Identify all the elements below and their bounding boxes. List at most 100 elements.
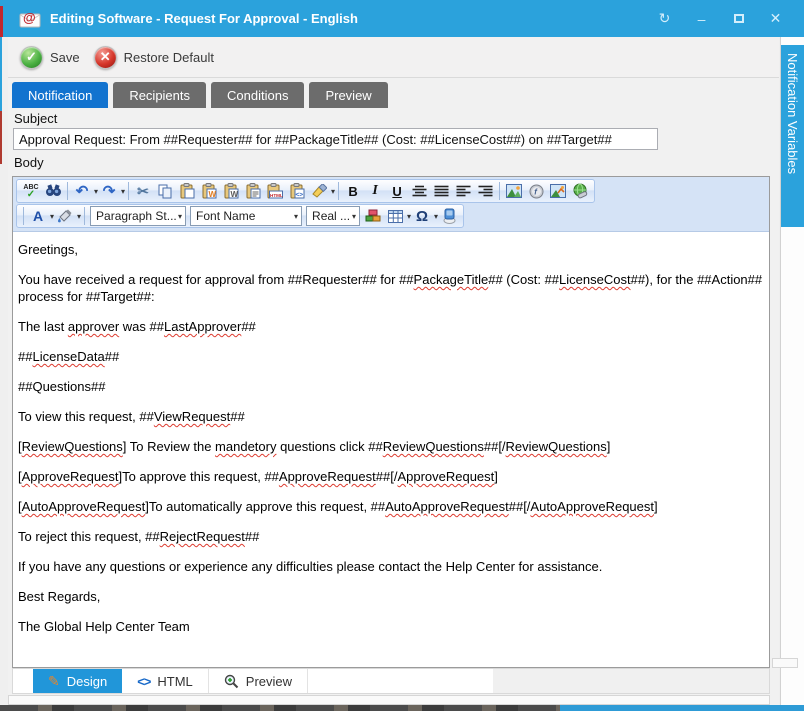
align-left-icon[interactable] [452,181,474,201]
close-button[interactable]: ✕ [757,6,794,32]
underline-icon[interactable]: U [386,181,408,201]
redo-glyph: ↷ [103,182,116,200]
body-text: ##[/ [376,469,398,484]
subject-input[interactable] [13,128,658,150]
insert-table-icon[interactable] [384,206,406,226]
body-paragraph: ##LicenseData## [18,348,763,365]
body-text: ]To approve this request, ## [118,469,278,484]
editor-body[interactable]: Greetings,You have received a request fo… [13,232,769,667]
refresh-icon[interactable]: ↻ [646,6,683,32]
paste-html-icon[interactable]: HTML [264,181,286,201]
minimize-button[interactable]: – [683,6,720,32]
tab-notification[interactable]: Notification [12,82,108,108]
rich-text-editor: ABC✓ ↶ ▾ ↷ ▾ ✂ [12,176,770,668]
background-color-dropdown-icon[interactable]: ▾ [77,212,81,221]
tab-recipients[interactable]: Recipients [113,82,206,108]
background-color-icon[interactable] [54,206,76,226]
hyperlink-icon[interactable] [569,181,591,201]
align-right-icon[interactable] [474,181,496,201]
misspelled-token: RejectRequest [160,529,245,544]
cut-icon[interactable]: ✂ [132,181,154,201]
tab-conditions[interactable]: Conditions [211,82,304,108]
save-check-icon: ✓ [20,46,43,69]
paragraph-style-dropdown[interactable]: Paragraph St... ▾ [90,206,186,226]
find-replace-icon[interactable] [42,181,64,201]
body-text: ] [607,439,611,454]
editor-toolbar-row-2: A ▾ ▾ Paragraph St... ▾ Font Name ▾ [16,204,464,228]
body-paragraph: [ApproveRequest]To approve this request,… [18,468,763,485]
tab-preview-mode[interactable]: Preview [209,669,308,693]
insert-image-icon[interactable] [503,181,525,201]
separator [23,207,24,225]
maximize-button[interactable] [720,6,757,32]
undo-icon[interactable]: ↶ [71,181,93,201]
app-icon: @ [18,9,42,29]
misspelled-token: ApproveRequest [397,469,494,484]
spellcheck-check: ✓ [27,191,35,198]
notification-variables-tab[interactable]: Notification Variables [781,45,804,227]
snippet-icon[interactable] [438,206,460,226]
font-size-value: Real ... [312,209,350,223]
magnifier-plus-icon [224,674,239,689]
body-text: ##[/ [484,439,506,454]
spellcheck-icon[interactable]: ABC✓ [20,181,42,201]
font-color-icon[interactable]: A [27,206,49,226]
editor-toolbar-row-1: ABC✓ ↶ ▾ ↷ ▾ ✂ [16,179,595,203]
copy-icon[interactable] [154,181,176,201]
body-text: Best Regards, [18,589,100,604]
body-text: ] [494,469,498,484]
side-status-box [772,658,798,668]
paste-from-word-icon[interactable]: W [198,181,220,201]
paste-icon[interactable] [176,181,198,201]
redo-dropdown-icon[interactable]: ▾ [121,187,125,196]
image-map-icon[interactable] [547,181,569,201]
separator [338,182,339,200]
italic-glyph: I [372,183,377,199]
restore-default-button[interactable]: ✕ Restore Default [94,46,214,69]
format-stripper-icon[interactable] [308,181,330,201]
misspelled-token: mandetory [215,439,276,454]
tab-preview[interactable]: Preview [309,82,387,108]
align-center-icon[interactable] [408,181,430,201]
separator [84,207,85,225]
left-edge-blue-accent [0,37,2,111]
svg-text:W: W [230,190,238,199]
titlebar[interactable]: @ Editing Software - Request For Approva… [0,0,804,37]
font-name-dropdown[interactable]: Font Name ▾ [190,206,302,226]
body-text: ## [245,529,259,544]
redo-icon[interactable]: ↷ [98,181,120,201]
paste-as-html-icon[interactable]: <> [286,181,308,201]
body-text: ##Questions## [18,379,105,394]
misspelled-token: LicenseData [32,349,104,364]
tab-design[interactable]: ✎ Design [33,669,122,693]
body-text: ] [654,499,658,514]
misspelled-token: AutoApproveRequest [385,499,509,514]
save-button[interactable]: ✓ Save [20,46,80,69]
body-text: If you have any questions or experience … [18,559,602,574]
misspelled-token: AutoApproveRequest [22,499,146,514]
special-character-icon[interactable]: Ω [411,206,433,226]
tab-preview-mode-label: Preview [246,674,292,689]
italic-icon[interactable]: I [364,181,386,201]
bold-icon[interactable]: B [342,181,364,201]
underline-glyph: U [392,184,401,199]
restore-x-icon: ✕ [94,46,117,69]
tab-design-label: Design [67,674,107,689]
svg-text:W: W [208,190,216,199]
svg-text:HTML: HTML [270,193,283,198]
desktop-bleed-texture [0,705,560,711]
tab-html-label: HTML [157,674,192,689]
misspelled-token: LastApprover [164,319,241,334]
font-size-dropdown[interactable]: Real ... ▾ [306,206,360,226]
align-justify-icon[interactable] [430,181,452,201]
editor-toolbar: ABC✓ ↶ ▾ ↷ ▾ ✂ [13,177,769,232]
format-stripper-dropdown-icon[interactable]: ▾ [331,187,335,196]
tab-html[interactable]: <> HTML [122,669,209,693]
separator [499,182,500,200]
color-palette-icon[interactable] [362,206,384,226]
media-manager-icon[interactable]: f [525,181,547,201]
paste-from-word-strip-font-icon[interactable]: W [220,181,242,201]
body-paragraph: The last approver was ##LastApprover## [18,318,763,335]
body-text: ##[/ [509,499,531,514]
paste-plain-text-icon[interactable] [242,181,264,201]
